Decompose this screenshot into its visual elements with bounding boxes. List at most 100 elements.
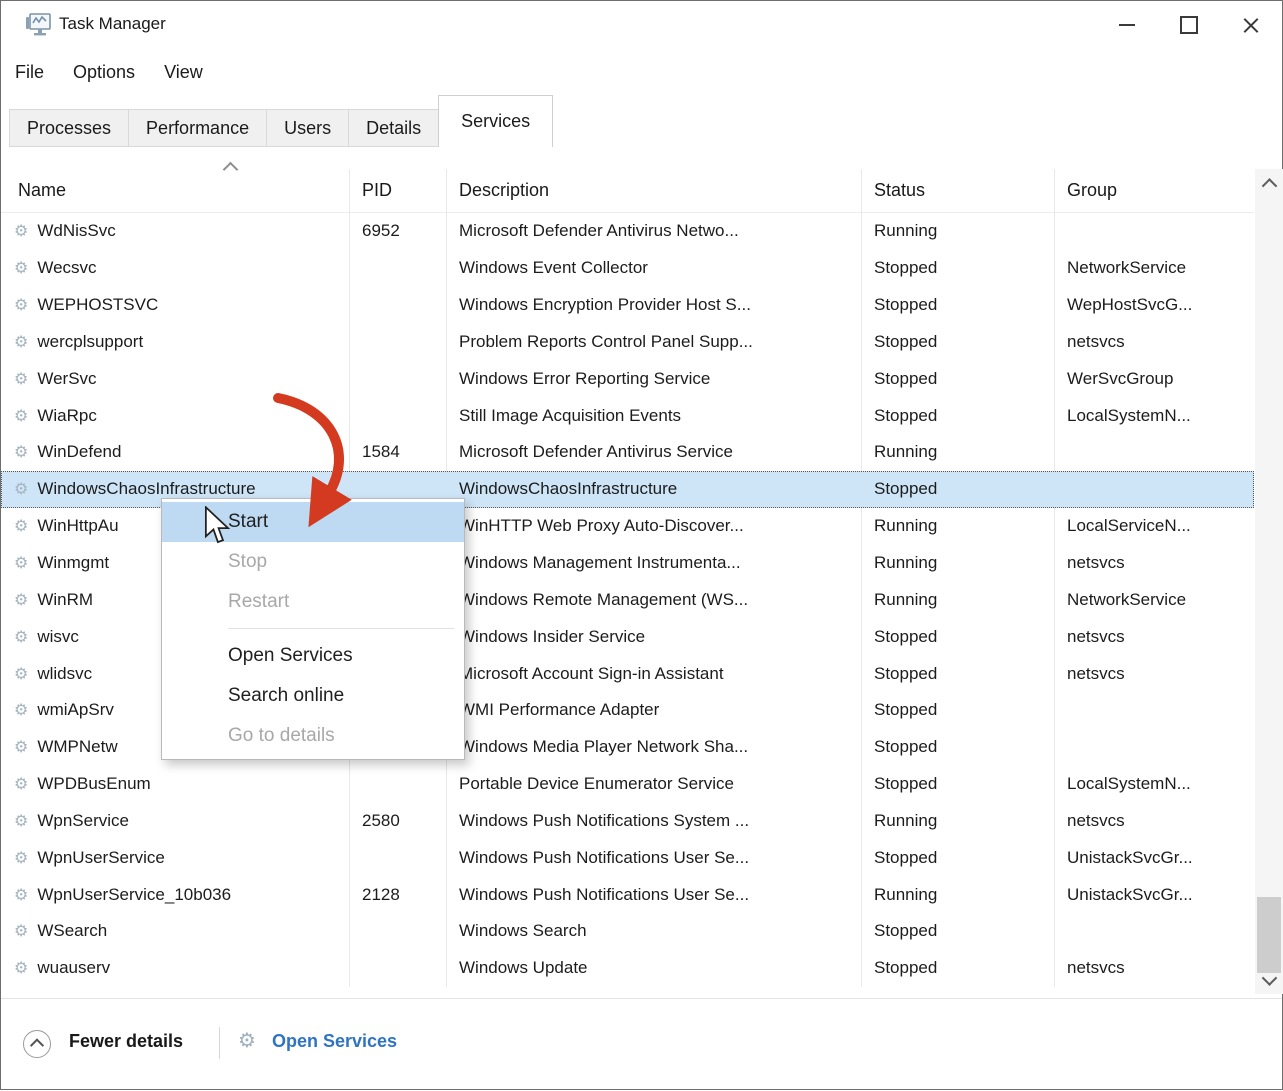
scroll-up-button[interactable] bbox=[1255, 171, 1283, 197]
scroll-down-button[interactable] bbox=[1255, 966, 1283, 992]
service-name: WinRM bbox=[37, 590, 93, 610]
gear-icon: ⚙ bbox=[14, 666, 28, 682]
table-row[interactable]: ⚙WEPHOSTSVC Windows Encryption Provider H… bbox=[1, 287, 1254, 324]
gear-icon: ⚙ bbox=[14, 223, 28, 239]
cell-description: Still Image Acquisition Events bbox=[446, 406, 861, 426]
maximize-button[interactable] bbox=[1158, 1, 1220, 49]
open-services-link[interactable]: Open Services bbox=[272, 1031, 397, 1052]
table-row[interactable]: ⚙WiaRpcStill Image Acquisition EventsSto… bbox=[1, 397, 1254, 434]
gear-icon: ⚙ bbox=[14, 297, 28, 313]
chevron-up-icon bbox=[30, 1038, 44, 1052]
context-menu-item-open-services[interactable]: Open Services bbox=[162, 636, 464, 676]
cell-pid: 2128 bbox=[349, 885, 446, 905]
cell-name: ⚙wuauserv bbox=[1, 958, 349, 978]
table-row[interactable]: ⚙WinDefend1584Microsoft Defender Antivir… bbox=[1, 434, 1254, 471]
cell-group: LocalSystemN... bbox=[1054, 406, 1254, 426]
gear-icon: ⚙ bbox=[14, 444, 28, 460]
cell-group: UnistackSvcGr... bbox=[1054, 848, 1254, 868]
scrollbar-thumb[interactable] bbox=[1257, 897, 1281, 973]
minimize-icon bbox=[1119, 24, 1135, 26]
gear-icon: ⚙ bbox=[14, 923, 28, 939]
cell-name: ⚙WSearch bbox=[1, 921, 349, 941]
table-row[interactable]: ⚙WecsvcWindows Event CollectorStoppedNet… bbox=[1, 250, 1254, 287]
cell-status: Stopped bbox=[861, 627, 1054, 647]
vertical-scrollbar[interactable] bbox=[1255, 169, 1283, 994]
chevron-up-icon bbox=[1261, 178, 1277, 194]
context-menu-item-search-online[interactable]: Search online bbox=[162, 676, 464, 716]
context-menu-item-start[interactable]: Start bbox=[162, 502, 464, 542]
gear-icon: ⚙ bbox=[14, 776, 28, 792]
menu-view[interactable]: View bbox=[164, 62, 203, 83]
table-row[interactable]: ⚙WPDBusEnumPortable Device Enumerator Se… bbox=[1, 766, 1254, 803]
cell-description: Problem Reports Control Panel Supp... bbox=[446, 332, 861, 352]
service-name: WpnService bbox=[37, 811, 129, 831]
menu-options[interactable]: Options bbox=[73, 62, 135, 83]
table-row[interactable]: ⚙WpnUserService_10b0362128Windows Push N… bbox=[1, 876, 1254, 913]
tab-users[interactable]: Users bbox=[266, 109, 349, 147]
cell-group: netsvcs bbox=[1054, 553, 1254, 573]
service-name: Wecsvc bbox=[37, 258, 96, 278]
tab-details[interactable]: Details bbox=[348, 109, 439, 147]
cell-description: Microsoft Defender Antivirus Netwo... bbox=[446, 221, 861, 241]
cell-name: ⚙WindowsChaosInfrastructure bbox=[1, 479, 349, 499]
column-header-pid[interactable]: PID bbox=[349, 169, 446, 212]
column-header-group[interactable]: Group bbox=[1054, 169, 1254, 212]
service-name: WMPNetw bbox=[37, 737, 117, 757]
table-row[interactable]: ⚙WpnUserServiceWindows Push Notification… bbox=[1, 839, 1254, 876]
cell-name: ⚙ WdNisSvc bbox=[1, 221, 349, 241]
table-row[interactable]: ⚙wercplsupport Problem Reports Control Pa… bbox=[1, 324, 1254, 361]
service-name: WindowsChaosInfrastructure bbox=[37, 479, 255, 499]
gear-icon: ⚙ bbox=[238, 1028, 256, 1052]
service-name: WpnUserService_10b036 bbox=[37, 885, 231, 905]
table-row[interactable]: ⚙WerSvcWindows Error Reporting ServiceSt… bbox=[1, 360, 1254, 397]
gear-icon: ⚙ bbox=[14, 629, 28, 645]
service-name: WdNisSvc bbox=[37, 221, 115, 241]
cell-name: ⚙ Wecsvc bbox=[1, 258, 349, 278]
cell-description: WinHTTP Web Proxy Auto-Discover... bbox=[446, 516, 861, 536]
cell-description: WindowsChaosInfrastructure bbox=[446, 479, 861, 499]
table-row[interactable]: ⚙wuauservWindows UpdateStoppednetsvcs bbox=[1, 950, 1254, 987]
tab-performance[interactable]: Performance bbox=[128, 109, 267, 147]
close-button[interactable] bbox=[1220, 1, 1282, 49]
footer-divider bbox=[219, 1027, 220, 1059]
window-controls bbox=[1096, 1, 1282, 49]
minimize-button[interactable] bbox=[1096, 1, 1158, 49]
table-row[interactable]: ⚙ WdNisSvc 6952Microsoft Defender Antiviru… bbox=[1, 213, 1254, 250]
gear-icon: ⚙ bbox=[14, 260, 28, 276]
cell-group: WerSvcGroup bbox=[1054, 369, 1254, 389]
cell-status: Stopped bbox=[861, 921, 1054, 941]
table-row[interactable]: ⚙WSearch Windows SearchStopped bbox=[1, 913, 1254, 950]
cell-name: ⚙wercplsupport bbox=[1, 332, 349, 352]
gear-icon: ⚙ bbox=[14, 739, 28, 755]
menu-bar: File Options View bbox=[1, 49, 1282, 96]
service-name: wisvc bbox=[37, 627, 79, 647]
service-name: wmiApSrv bbox=[37, 700, 114, 720]
cell-name: ⚙WEPHOSTSVC bbox=[1, 295, 349, 315]
tab-services[interactable]: Services bbox=[438, 95, 553, 147]
gear-icon: ⚙ bbox=[14, 371, 28, 387]
fewer-details-label[interactable]: Fewer details bbox=[69, 1031, 183, 1052]
column-header-name[interactable]: Name bbox=[1, 169, 349, 212]
menu-file[interactable]: File bbox=[15, 62, 44, 83]
column-header-description[interactable]: Description bbox=[446, 169, 861, 212]
cell-status: Stopped bbox=[861, 295, 1054, 315]
cell-description: Windows Remote Management (WS... bbox=[446, 590, 861, 610]
tab-processes[interactable]: Processes bbox=[9, 109, 129, 147]
window-title: Task Manager bbox=[59, 14, 166, 34]
cell-group: netsvcs bbox=[1054, 627, 1254, 647]
gear-icon: ⚙ bbox=[14, 887, 28, 903]
cell-name: ⚙WinDefend bbox=[1, 442, 349, 462]
column-header-status[interactable]: Status bbox=[861, 169, 1054, 212]
cell-name: ⚙WpnUserService bbox=[1, 848, 349, 868]
fewer-details-toggle[interactable] bbox=[23, 1030, 51, 1058]
service-name: Winmgmt bbox=[37, 553, 109, 573]
context-menu-item-restart: Restart bbox=[162, 582, 464, 622]
gear-icon: ⚙ bbox=[14, 555, 28, 571]
cell-pid: 6952 bbox=[349, 221, 446, 241]
cell-description: Windows Encryption Provider Host S... bbox=[446, 295, 861, 315]
cell-description: Windows Search bbox=[446, 921, 861, 941]
task-manager-icon bbox=[25, 12, 51, 38]
table-row[interactable]: ⚙WpnService2580Windows Push Notification… bbox=[1, 803, 1254, 840]
cell-description: Windows Media Player Network Sha... bbox=[446, 737, 861, 757]
cell-name: ⚙WpnService bbox=[1, 811, 349, 831]
